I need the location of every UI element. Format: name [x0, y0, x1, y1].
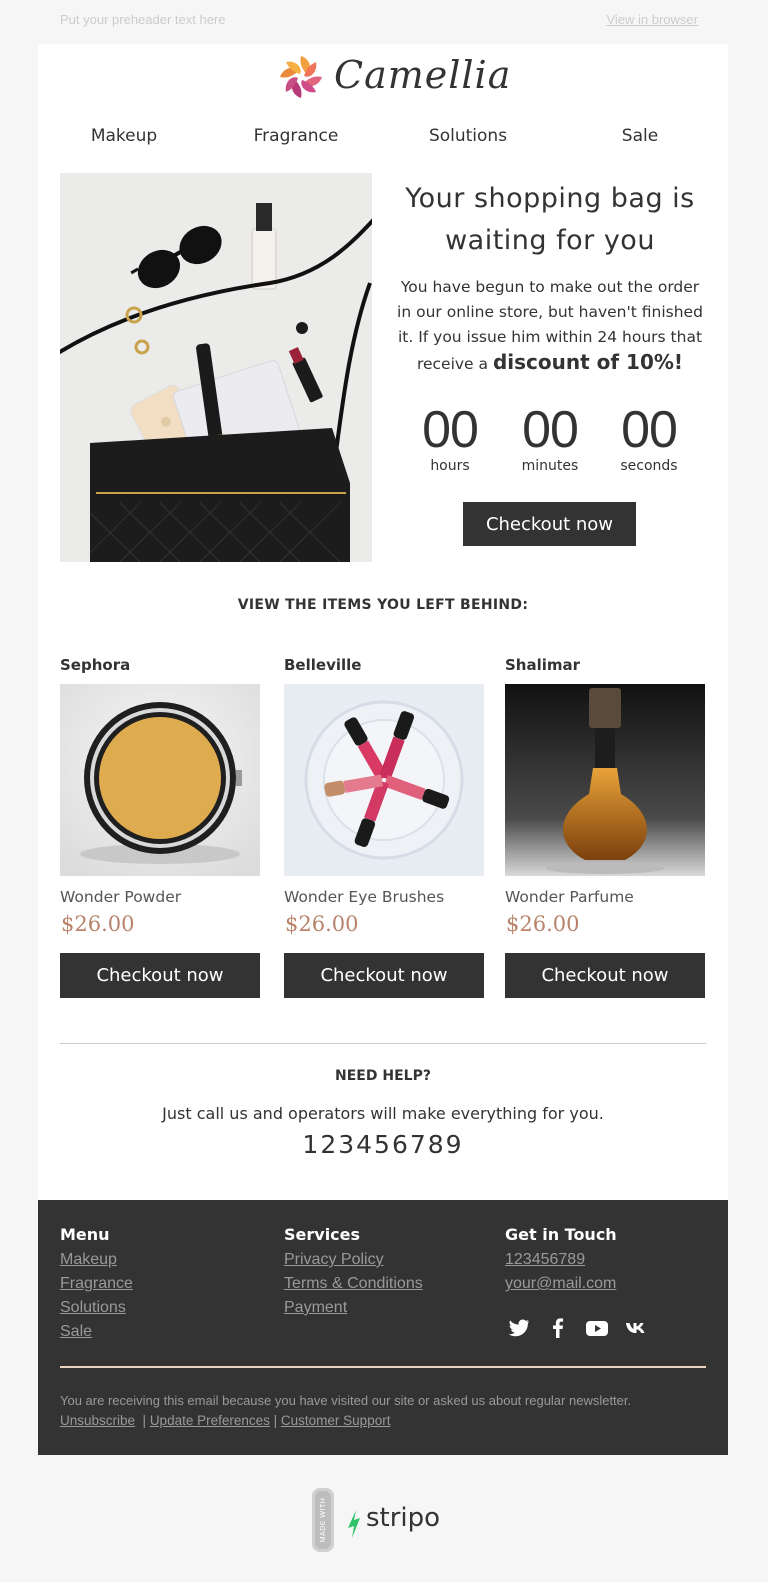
footer-divider — [60, 1366, 706, 1368]
section-divider — [60, 1043, 706, 1044]
youtube-icon[interactable] — [585, 1316, 609, 1340]
hero-handbag-image[interactable] — [60, 173, 372, 562]
product-image-powder[interactable] — [60, 684, 260, 876]
made-with-label: MADE WITH — [320, 1498, 327, 1543]
product-brand-belleville: Belleville — [284, 656, 362, 674]
countdown-minutes: 00 — [522, 401, 579, 459]
brand-name[interactable]: Camellia — [334, 53, 511, 97]
footer-contact-email[interactable]: your@mail.com — [505, 1275, 616, 1293]
items-heading: VIEW THE ITEMS YOU LEFT BEHIND: — [237, 597, 529, 613]
footer-link-makeup[interactable]: Makeup — [60, 1251, 117, 1269]
customer-support-link[interactable]: Customer Support — [281, 1413, 391, 1428]
footer-links-row: Unsubscribe | Update Preferences | Custo… — [60, 1413, 391, 1428]
product-name-perfume[interactable]: Wonder Parfume — [505, 888, 634, 906]
footer-contact-phone[interactable]: 123456789 — [505, 1251, 585, 1269]
countdown-seconds-label: seconds — [620, 458, 678, 474]
hero-description: You have begun to make out the order in … — [392, 275, 708, 377]
product-image-perfume[interactable] — [505, 684, 705, 876]
nav-item-makeup[interactable]: Makeup — [38, 126, 210, 146]
countdown-hours: 00 — [422, 401, 479, 459]
hero-title-line-2: waiting for you — [445, 225, 655, 256]
twitter-icon[interactable] — [507, 1316, 531, 1340]
product-image-brushes[interactable] — [284, 684, 484, 876]
product-brand-sephora: Sephora — [60, 656, 131, 674]
camellia-logo-icon[interactable] — [276, 52, 326, 102]
product-price-perfume: $26.00 — [506, 912, 580, 936]
footer-link-sale[interactable]: Sale — [60, 1323, 92, 1341]
product-name-brushes[interactable]: Wonder Eye Brushes — [284, 888, 444, 906]
product-price-powder: $26.00 — [61, 912, 135, 936]
nav-item-fragrance[interactable]: Fragrance — [210, 126, 382, 146]
hero-title-line-1: Your shopping bag is — [405, 183, 695, 214]
footer-link-solutions[interactable]: Solutions — [60, 1299, 126, 1317]
footer-services-heading: Services — [284, 1225, 361, 1244]
nav-item-sale[interactable]: Sale — [554, 126, 726, 146]
help-phone-number[interactable]: 123456789 — [38, 1130, 728, 1159]
discount-highlight: discount of 10%! — [492, 350, 684, 374]
product-checkout-button-brushes[interactable]: Checkout now — [284, 953, 484, 998]
product-price-brushes: $26.00 — [285, 912, 359, 936]
help-heading: NEED HELP? — [335, 1068, 431, 1084]
footer-link-privacy-policy[interactable]: Privacy Policy — [284, 1251, 384, 1269]
countdown-seconds: 00 — [621, 401, 678, 459]
footer-link-terms[interactable]: Terms & Conditions — [284, 1275, 423, 1293]
footer-link-fragrance[interactable]: Fragrance — [60, 1275, 133, 1293]
product-checkout-button-powder[interactable]: Checkout now — [60, 953, 260, 998]
update-preferences-link[interactable]: Update Preferences — [150, 1413, 270, 1428]
hero-title: Your shopping bag is waiting for you — [390, 178, 710, 262]
made-with-stripo-badge[interactable]: MADE WITH stripo — [312, 1488, 442, 1556]
nav-item-solutions[interactable]: Solutions — [382, 126, 554, 146]
footer-note: You are receiving this email because you… — [60, 1393, 632, 1408]
facebook-icon[interactable] — [546, 1316, 570, 1340]
product-checkout-button-perfume[interactable]: Checkout now — [505, 953, 705, 998]
stripo-logo-text: stripo — [366, 1503, 440, 1533]
footer-menu-heading: Menu — [60, 1225, 110, 1244]
countdown-minutes-label: minutes — [521, 458, 579, 474]
unsubscribe-link[interactable]: Unsubscribe — [60, 1413, 135, 1428]
hero-checkout-button[interactable]: Checkout now — [463, 502, 636, 546]
product-name-powder[interactable]: Wonder Powder — [60, 888, 181, 906]
help-text: Just call us and operators will make eve… — [162, 1104, 604, 1123]
product-brand-shalimar: Shalimar — [505, 656, 581, 674]
vk-icon[interactable] — [624, 1316, 648, 1340]
view-in-browser-link[interactable]: View in browser — [606, 12, 698, 27]
footer-link-payment[interactable]: Payment — [284, 1299, 347, 1317]
footer-contact-heading: Get in Touch — [505, 1225, 617, 1244]
countdown-hours-label: hours — [430, 458, 470, 474]
preheader-text: Put your preheader text here — [60, 12, 226, 27]
